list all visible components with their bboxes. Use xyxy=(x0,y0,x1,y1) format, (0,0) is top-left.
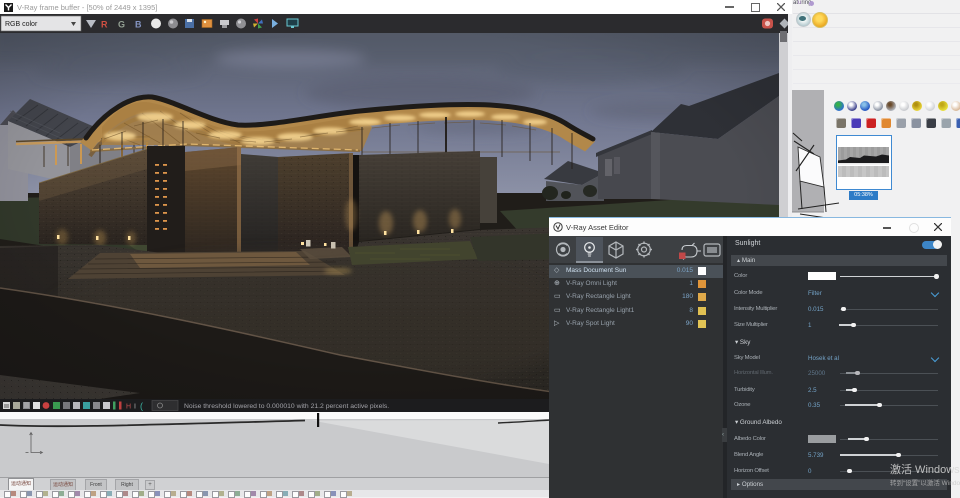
svg-text:H: H xyxy=(126,404,131,411)
svg-text:RGB color: RGB color xyxy=(5,21,38,28)
svg-text:B: B xyxy=(135,20,142,30)
svg-text:Noise threshold lowered to 0.0: Noise threshold lowered to 0.000010 with… xyxy=(184,403,389,410)
svg-text:R: R xyxy=(101,20,108,30)
svg-text:G: G xyxy=(118,20,125,30)
svg-text:I: I xyxy=(134,404,136,411)
svg-text:(: ( xyxy=(140,401,143,411)
